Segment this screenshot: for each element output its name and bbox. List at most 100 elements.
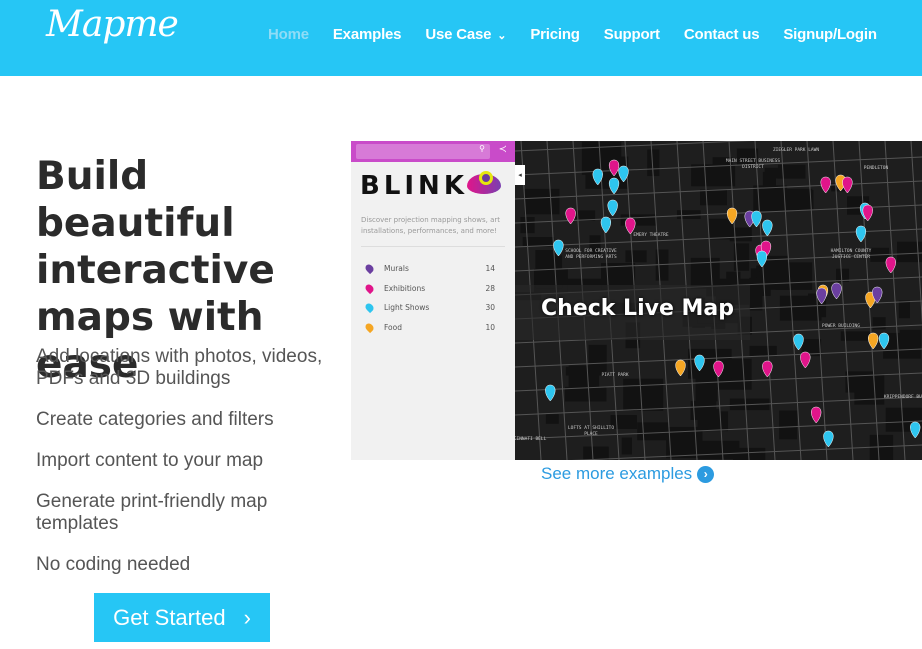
category-count: 28 xyxy=(485,283,495,293)
map-building xyxy=(583,446,609,460)
nav-support[interactable]: Support xyxy=(604,26,660,43)
main-nav: Home Examples Use Case ⌄ Pricing Support … xyxy=(268,26,901,43)
category-pin-icon xyxy=(363,302,376,314)
map-marker[interactable] xyxy=(885,256,896,274)
map-building xyxy=(625,250,647,263)
eye-logo-icon xyxy=(467,171,501,194)
map-building xyxy=(898,300,911,319)
share-icon[interactable]: ≺ xyxy=(499,144,507,155)
map-building xyxy=(545,414,559,424)
category-item[interactable]: Exhibitions 28 xyxy=(363,279,495,299)
map-street xyxy=(514,141,753,152)
map-building xyxy=(520,217,535,234)
map-building xyxy=(621,437,632,455)
map-marker[interactable] xyxy=(600,216,612,234)
brand-logo: BLINK xyxy=(360,171,468,201)
category-label: Food xyxy=(384,322,402,332)
map-place-label: PIATT PARK xyxy=(601,373,629,378)
map-marker[interactable] xyxy=(811,406,822,424)
map-place-label: POWER BUILDING xyxy=(822,324,860,329)
sidebar-toolbar: ⚲ ≺ xyxy=(351,141,515,162)
map-marker[interactable] xyxy=(762,219,773,237)
map-place-label: EMERY THEATRE xyxy=(633,233,669,238)
get-started-button[interactable]: Get Started › xyxy=(94,593,270,642)
nav-examples[interactable]: Examples xyxy=(333,26,402,43)
map-marker[interactable] xyxy=(823,430,834,448)
map-marker[interactable] xyxy=(868,332,879,350)
map-building xyxy=(694,408,721,419)
map-building xyxy=(637,422,669,441)
map-place-label: HAMILTON COUNTY JUSTICE CENTER xyxy=(830,249,872,260)
nav-use-case[interactable]: Use Case ⌄ xyxy=(425,26,506,43)
map-sidebar: ⚲ ≺ BLINK Discover projection mapping sh… xyxy=(351,141,515,460)
map-place-label: ZIEGLER PARK LAWN xyxy=(772,148,820,153)
category-item[interactable]: Food 10 xyxy=(363,318,495,338)
map-building xyxy=(899,329,922,347)
search-icon: ⚲ xyxy=(479,144,485,153)
feature-item: Generate print-friendly map templates xyxy=(36,491,268,534)
category-item[interactable]: Murals 14 xyxy=(363,259,495,279)
nav-home[interactable]: Home xyxy=(268,26,309,43)
collapse-sidebar-button[interactable]: ◂ xyxy=(515,165,525,185)
check-live-map-label[interactable]: Check Live Map xyxy=(541,296,734,321)
nav-pricing[interactable]: Pricing xyxy=(530,26,580,43)
site-header: Mapme Home Examples Use Case ⌄ Pricing Su… xyxy=(0,0,922,76)
see-more-label: See more examples xyxy=(541,464,693,483)
feature-item: Create categories and filters xyxy=(36,409,274,430)
map-marker[interactable] xyxy=(820,176,831,194)
map-marker[interactable] xyxy=(608,177,620,195)
feature-list: Add locations with photos, videos, PDFs … xyxy=(36,346,336,595)
map-place-label: LOFTS AT SHILLITO PLACE xyxy=(567,426,615,437)
map-building xyxy=(700,189,727,206)
map-marker[interactable] xyxy=(675,359,686,377)
see-more-examples-link[interactable]: See more examples › xyxy=(541,464,715,484)
map-place-label: KRIPPENDORF BUILDING xyxy=(883,395,922,400)
map-marker[interactable] xyxy=(800,351,811,369)
map-building xyxy=(524,188,560,215)
map-place-label: PENDLETON xyxy=(863,166,889,171)
map-place-label: MAIN STREET BUSINESS DISTRICT xyxy=(725,159,781,170)
category-count: 30 xyxy=(485,303,495,313)
feature-item: Add locations with photos, videos, PDFs … xyxy=(36,346,323,389)
nav-signup-login[interactable]: Signup/Login xyxy=(783,26,877,43)
logo[interactable]: Mapme xyxy=(46,4,179,45)
category-pin-icon xyxy=(363,263,376,275)
map-marker[interactable] xyxy=(565,207,576,225)
map-marker[interactable] xyxy=(625,217,636,235)
map-place-label: SCHOOL FOR CREATIVE AND PERFORMING ARTS xyxy=(565,249,617,260)
category-pin-icon xyxy=(363,282,376,294)
category-count: 14 xyxy=(485,264,495,274)
map-marker[interactable] xyxy=(910,421,921,439)
map-building xyxy=(729,227,752,242)
map-building xyxy=(623,378,664,411)
map-building xyxy=(687,348,732,379)
map-building xyxy=(779,410,798,440)
category-list: Murals 14 Exhibitions 28 Light Shows 30 Food 10 xyxy=(363,259,495,338)
map-building xyxy=(762,171,776,188)
nav-contact[interactable]: Contact us xyxy=(684,26,760,43)
map-building xyxy=(749,345,777,357)
map-marker[interactable] xyxy=(545,384,556,402)
map-building xyxy=(568,365,600,398)
category-item[interactable]: Light Shows 30 xyxy=(363,298,495,318)
feature-item: Import content to your map xyxy=(36,450,264,471)
category-label: Exhibitions xyxy=(384,283,426,293)
chevron-right-circle-icon: › xyxy=(697,465,715,483)
category-label: Murals xyxy=(384,264,409,274)
live-map-preview[interactable]: ZIEGLER PARK LAWN MAIN STREET BUSINESS DI… xyxy=(351,141,922,460)
map-marker[interactable] xyxy=(607,199,618,217)
map-building xyxy=(708,218,733,240)
category-pin-icon xyxy=(363,321,376,333)
nav-use-case-label: Use Case xyxy=(425,26,492,43)
map-marker[interactable] xyxy=(831,282,842,300)
get-started-label: Get Started xyxy=(113,604,226,630)
map-description: Discover projection mapping shows, art i… xyxy=(361,216,500,235)
chevron-down-icon: ⌄ xyxy=(497,30,507,42)
category-count: 10 xyxy=(485,322,495,332)
map-search-input[interactable]: ⚲ xyxy=(356,144,490,159)
map-marker[interactable] xyxy=(762,360,773,378)
map-marker[interactable] xyxy=(855,225,867,243)
feature-item: No coding needed xyxy=(36,554,191,575)
chevron-right-icon: › xyxy=(243,604,251,630)
divider xyxy=(361,246,505,247)
